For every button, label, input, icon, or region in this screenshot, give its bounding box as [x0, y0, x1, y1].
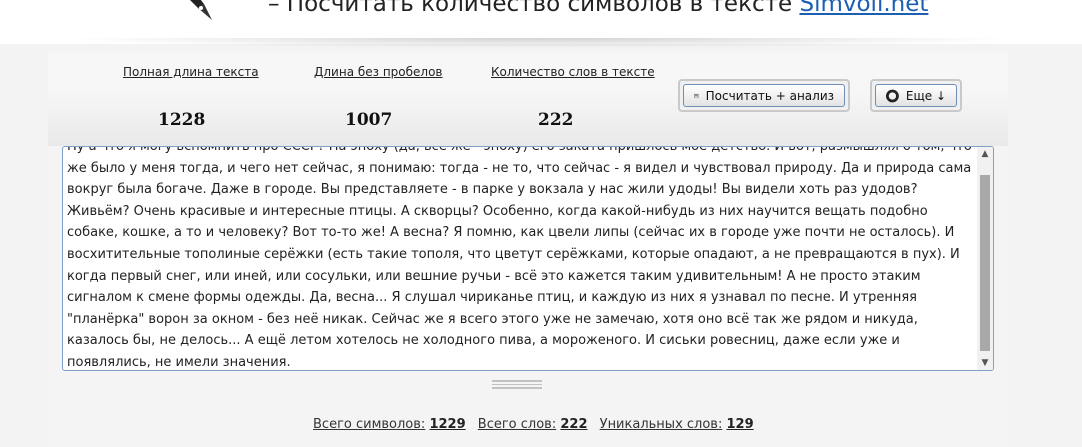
vertical-scrollbar[interactable]: ▲ ▼: [977, 147, 993, 370]
resize-grip-icon[interactable]: [492, 380, 542, 389]
text-content[interactable]: Ну а что я могу вспомнить про СССР? На э…: [67, 147, 977, 370]
scroll-thumb[interactable]: [980, 175, 990, 351]
scroll-up-icon[interactable]: ▲: [977, 147, 993, 161]
total-chars-label: Всего символов:: [313, 417, 426, 432]
no-spaces-value: 1007: [345, 110, 393, 130]
unique-words-value: 129: [726, 417, 754, 432]
full-length-label[interactable]: Полная длина текста: [123, 65, 259, 79]
analyze-button[interactable]: Посчитать + анализ: [683, 84, 845, 107]
page-title: – Посчитать количество символов в тексте…: [268, 0, 928, 17]
settings-ring-icon: [886, 89, 899, 102]
more-button[interactable]: Еще ↓: [875, 84, 957, 107]
full-length-value: 1228: [158, 110, 206, 130]
more-button-frame: Еще ↓: [870, 79, 962, 112]
text-input-area[interactable]: Ну а что я могу вспомнить про СССР? На э…: [62, 146, 994, 371]
total-words-label: Всего слов:: [477, 417, 557, 432]
footer-stats: Всего символов: 1229 Всего слов: 222 Уни…: [313, 417, 754, 432]
calculator-icon: [694, 93, 699, 98]
pen-nib-icon: [190, 0, 212, 20]
word-count-value: 222: [538, 110, 574, 130]
page-title-text: – Посчитать количество символов в тексте: [268, 0, 793, 17]
total-chars-value: 1229: [429, 417, 466, 432]
unique-words-label: Уникальных слов:: [599, 417, 723, 432]
word-count-label[interactable]: Количество слов в тексте: [491, 65, 655, 79]
total-words-value: 222: [560, 417, 588, 432]
stats-bar: Полная длина текста Длина без пробелов К…: [48, 52, 1008, 146]
analyze-button-label: Посчитать + анализ: [705, 88, 834, 103]
no-spaces-label[interactable]: Длина без пробелов: [314, 65, 443, 79]
more-button-label: Еще ↓: [905, 88, 946, 103]
scroll-down-icon[interactable]: ▼: [977, 356, 993, 370]
header-shadow: [60, 38, 1020, 48]
analyze-button-frame: Посчитать + анализ: [678, 79, 850, 112]
site-link[interactable]: Simvoli.net: [799, 0, 928, 17]
